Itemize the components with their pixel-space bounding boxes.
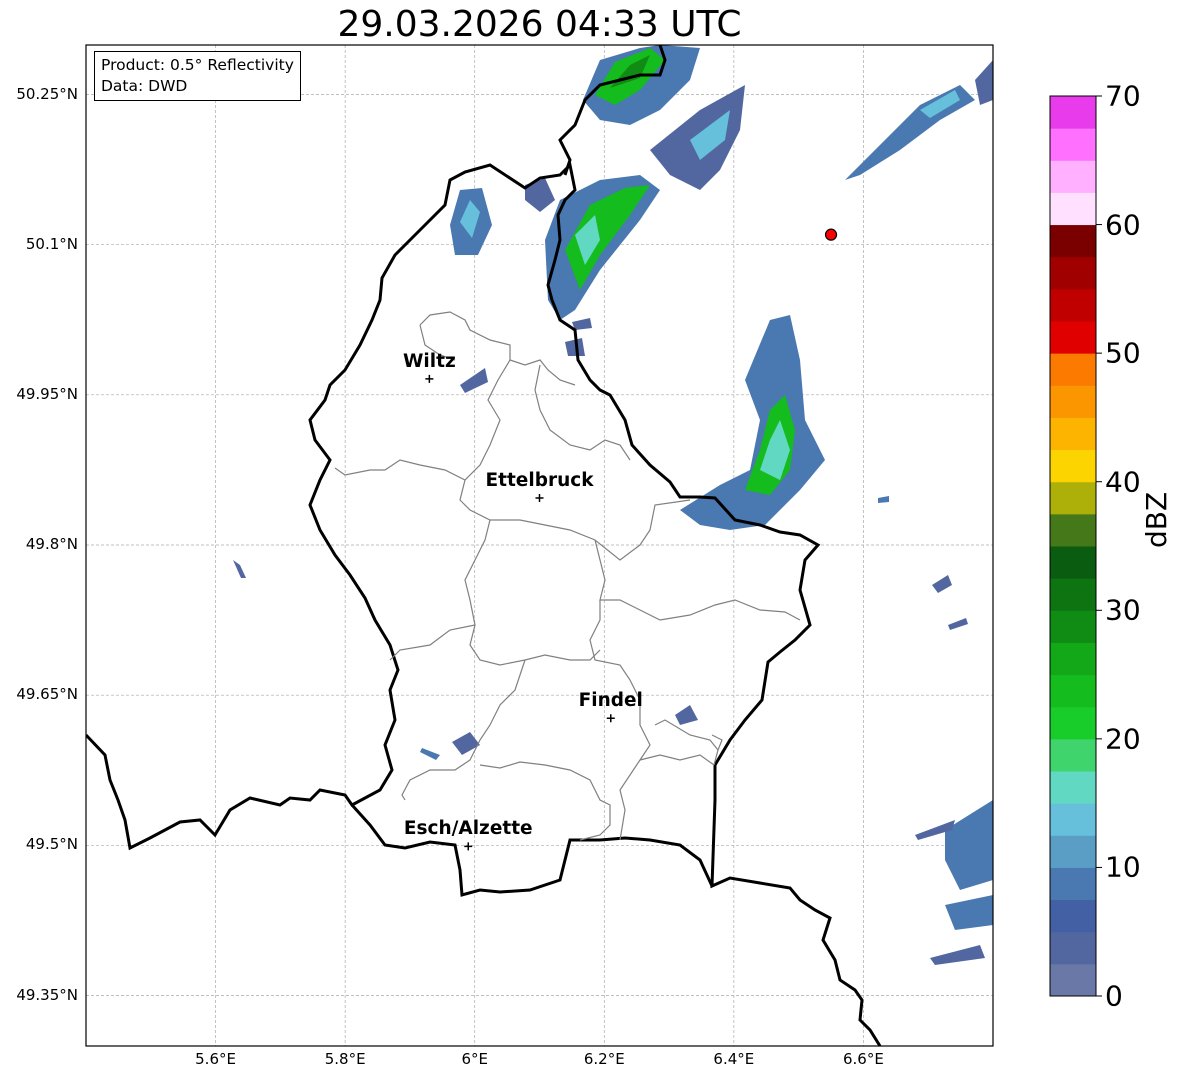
colorbar-segment <box>1050 192 1096 226</box>
product-label: Product: 0.5° Reflectivity <box>101 56 294 74</box>
lat-tick-label: 49.65°N <box>16 685 78 704</box>
city-markers <box>425 374 615 851</box>
colorbar-segment <box>1050 449 1096 483</box>
lon-tick-label: 5.6°E <box>195 1050 236 1068</box>
canton-borders <box>334 311 801 841</box>
colorbar-tick-label: 50 <box>1105 336 1141 370</box>
colorbar-segment <box>1050 642 1096 676</box>
city-label: Ettelbruck <box>485 469 594 491</box>
colorbar-segment <box>1050 706 1096 740</box>
colorbar-segment <box>1050 899 1096 933</box>
echo-east-small-1 <box>932 575 952 593</box>
colorbar-segment <box>1050 931 1096 965</box>
colorbar-segment <box>1050 963 1096 997</box>
colorbar-segment <box>1050 256 1096 290</box>
colorbar-segment <box>1050 867 1096 901</box>
echo-west-speck <box>233 560 246 578</box>
data-source-label: Data: DWD <box>101 77 188 95</box>
colorbar-segment <box>1050 128 1096 161</box>
colorbar-segment <box>1050 288 1096 322</box>
lat-tick-label: 49.35°N <box>16 985 78 1004</box>
colorbar-tick-label: 10 <box>1105 850 1141 884</box>
colorbar-tick-label: 30 <box>1105 593 1141 627</box>
echo-south-2 <box>420 748 440 760</box>
echo-south-1 <box>452 732 480 755</box>
colorbar-segment <box>1050 610 1096 643</box>
radar-map[interactable] <box>0 0 1184 1081</box>
echo-se-band-4 <box>930 945 985 965</box>
colorbar-segment <box>1050 513 1096 547</box>
info-box: Product: 0.5° Reflectivity Data: DWD <box>94 51 301 101</box>
colorbar-segment <box>1050 578 1096 611</box>
city-label: Esch/Alzette <box>403 818 533 840</box>
colorbar-segment <box>1050 321 1096 354</box>
lon-tick-label: 6.2°E <box>583 1050 625 1068</box>
echo-ne-corner <box>975 60 993 105</box>
colorbar-segment <box>1050 160 1096 193</box>
colorbar-tick-label: 20 <box>1105 722 1141 756</box>
radar-site-marker[interactable] <box>824 228 838 241</box>
echo-north-border-left <box>525 178 555 212</box>
echo-east-small-3 <box>878 496 889 503</box>
city-label: Findel <box>578 690 643 712</box>
lon-tick-label: 6°E <box>461 1050 488 1068</box>
echo-se-band-3 <box>945 895 993 930</box>
lat-tick-label: 49.5°N <box>25 835 78 854</box>
echo-findel-east <box>675 705 698 725</box>
colorbar-segment <box>1050 481 1096 515</box>
colorbar-segment <box>1050 96 1096 129</box>
city-marker-icon <box>535 493 544 502</box>
city-label: Wiltz <box>403 350 456 372</box>
lon-tick-label: 6.4°E <box>713 1050 755 1068</box>
colorbar-segment <box>1050 385 1096 418</box>
colorbar-segment <box>1050 771 1096 804</box>
lat-tick-label: 50.1°N <box>25 234 78 253</box>
colorbar-label: dBZ <box>1140 491 1173 548</box>
city-marker-icon <box>464 842 473 851</box>
radar-echoes <box>233 45 993 965</box>
colorbar-ticks <box>1096 95 1102 997</box>
colorbar <box>1049 95 1097 997</box>
colorbar-segment <box>1050 738 1096 772</box>
colorbar-segment <box>1050 224 1096 258</box>
echo-se-band-1 <box>945 800 993 890</box>
colorbar-tick-label: 40 <box>1105 465 1141 499</box>
colorbar-tick-label: 0 <box>1105 979 1123 1013</box>
city-marker-icon <box>425 374 434 383</box>
city-marker-icon <box>606 714 615 723</box>
colorbar-segment <box>1050 835 1096 868</box>
country-border <box>86 161 882 1046</box>
lon-tick-label: 6.6°E <box>843 1050 884 1068</box>
colorbar-segment <box>1050 803 1096 836</box>
echo-wiltz-east <box>460 368 488 393</box>
colorbar-segment <box>1050 417 1096 451</box>
colorbar-tick-label: 60 <box>1105 208 1141 242</box>
echo-east-small-2 <box>948 618 968 630</box>
lat-tick-label: 49.95°N <box>16 384 78 403</box>
colorbar-segment <box>1050 674 1096 708</box>
colorbar-segment <box>1050 353 1096 386</box>
lat-tick-label: 49.8°N <box>25 535 78 553</box>
colorbar-tick-label: 70 <box>1105 79 1141 113</box>
lon-tick-label: 5.8°E <box>324 1050 366 1068</box>
colorbar-segment <box>1050 546 1096 579</box>
lat-tick-label: 50.25°N <box>16 84 78 103</box>
